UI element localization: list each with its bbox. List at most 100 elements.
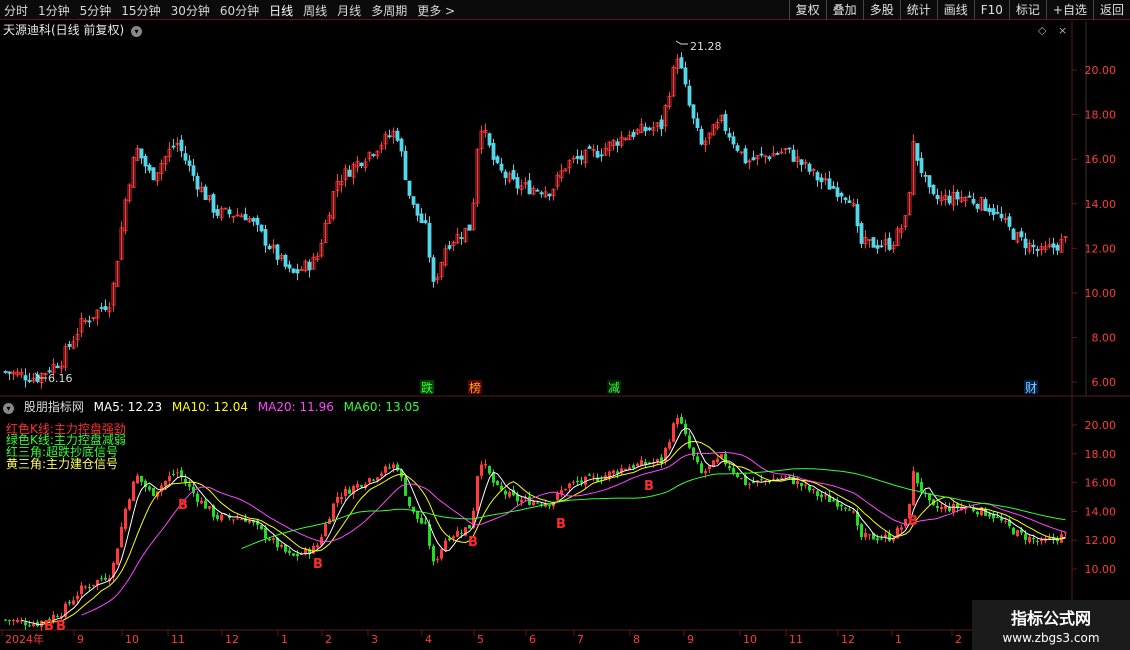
candle-body [447, 245, 452, 249]
sub-candle-body [1012, 527, 1015, 535]
y-tick-label: 6.00 [1092, 376, 1117, 389]
sub-candle-body [164, 480, 167, 486]
candle-body [27, 379, 32, 382]
sub-candle-body [384, 466, 387, 473]
sub-candle-body [356, 484, 359, 488]
sub-candle-body [952, 504, 955, 513]
y-tick-label: 14.00 [1085, 198, 1117, 211]
sub-candle-body [812, 489, 815, 491]
sub-candle-body [740, 477, 743, 479]
candle-body [999, 213, 1004, 219]
candle-body [243, 213, 248, 221]
sub-candle-body [152, 488, 155, 496]
candle-body [187, 160, 192, 166]
candle-body [967, 195, 972, 198]
sub-candle-body [624, 468, 627, 470]
sub-candle-body [496, 481, 499, 485]
sub-candle-body [876, 538, 879, 541]
candle-body [695, 118, 700, 129]
sub-candle-body [704, 470, 707, 474]
sub-candle-body [1016, 530, 1019, 537]
sub-candle-body [612, 470, 615, 474]
sub-candle-body [32, 624, 35, 626]
kline-chart[interactable]: 20.00 18.00 16.00 14.00 12.00 10.00 8.00 6.00 20… [0, 0, 1130, 650]
candle-body [847, 200, 852, 204]
sub-candle-body [696, 456, 699, 463]
sub-candle-body [84, 586, 87, 588]
sub-candle-body [564, 488, 567, 491]
y-tick-label: 18.00 [1085, 448, 1117, 461]
sub-candle-body [80, 585, 83, 595]
sub-candle-body [332, 503, 335, 521]
sub-candle-body [68, 602, 71, 604]
sub-candle-body [748, 483, 751, 485]
candle-body [1023, 238, 1028, 249]
candle-body [307, 261, 312, 271]
sub-candle-body [372, 479, 375, 481]
ma10-line [41, 440, 1066, 624]
candle-body [415, 203, 420, 216]
x-tick-label: 5 [477, 633, 484, 646]
sub-candle-body [188, 483, 191, 487]
sub-candle-body [632, 465, 635, 468]
sub-candle-body [404, 477, 407, 496]
sub-candle-body [528, 496, 531, 505]
sub-candle-body [640, 460, 643, 466]
sub-candle-body [168, 476, 171, 481]
sub-candle-body [120, 526, 123, 548]
x-tick-label: 3 [371, 633, 378, 646]
sub-candle-body [608, 471, 611, 477]
candle-body [1055, 244, 1060, 251]
event-marker: 财 [1025, 381, 1037, 395]
candle-body [211, 194, 216, 213]
sub-candle-body [196, 493, 199, 502]
sub-candle-body [236, 518, 239, 520]
sub-candle-body [728, 466, 731, 469]
candle-body [215, 209, 220, 216]
x-tick-label: 4 [425, 633, 432, 646]
buy-signal-label: B [908, 514, 918, 529]
sub-candle-body [424, 522, 427, 524]
x-tick-label: 12 [841, 633, 855, 646]
sub-candle-body [408, 496, 411, 506]
sub-candle-body [12, 620, 15, 622]
candle-body [139, 148, 144, 159]
candle-body [195, 175, 200, 190]
sub-candle-body [124, 508, 127, 529]
candle-body [579, 155, 584, 160]
candle-body [971, 198, 976, 204]
candle-body [799, 159, 804, 165]
sub-candle-body [732, 468, 735, 473]
candle-body [843, 197, 848, 201]
candle-body [915, 143, 920, 161]
candle-body [935, 194, 940, 200]
sub-candle-body [900, 527, 903, 530]
candle-body [259, 224, 264, 232]
sub-candle-body [484, 463, 487, 466]
candle-body [411, 196, 416, 205]
sub-candle-body [1064, 532, 1067, 534]
event-marker: 减 [608, 381, 620, 395]
candle-body [459, 237, 464, 239]
x-tick-label: 11 [171, 633, 185, 646]
sub-candle-body [804, 484, 807, 486]
candle-body [1007, 216, 1012, 227]
x-tick-label: 2 [325, 633, 332, 646]
candle-body [495, 156, 500, 164]
sub-candle-body [920, 482, 923, 492]
sub-candle-body [840, 504, 843, 507]
sub-candle-body [208, 506, 211, 509]
candle-body [835, 187, 840, 197]
candle-body [759, 153, 764, 156]
sub-candle-body [996, 516, 999, 518]
sub-candle-body [588, 474, 591, 476]
sub-candle-body [988, 514, 991, 517]
sub-candle-body [132, 481, 135, 501]
candle-body [631, 131, 636, 137]
candle-body [699, 128, 704, 145]
sub-candle-body [216, 515, 219, 519]
buy-signal-label: B [313, 557, 323, 572]
sub-candle-body [292, 553, 295, 556]
candle-body [919, 158, 924, 174]
sub-candle-body [296, 553, 299, 557]
